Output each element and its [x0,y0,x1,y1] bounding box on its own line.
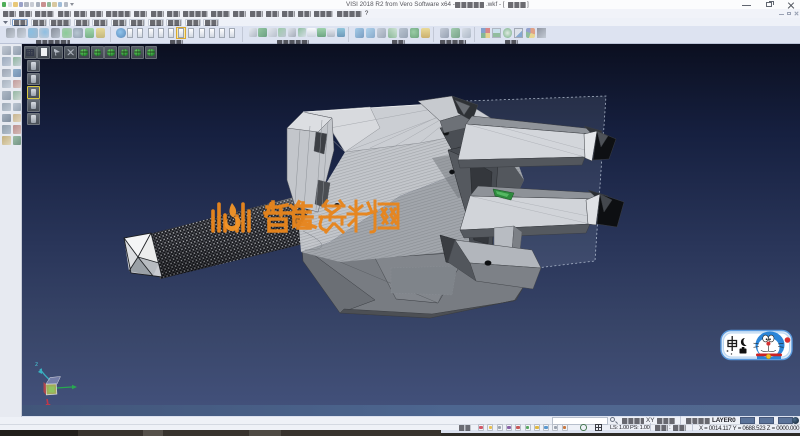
svg-text:z: z [35,361,38,368]
